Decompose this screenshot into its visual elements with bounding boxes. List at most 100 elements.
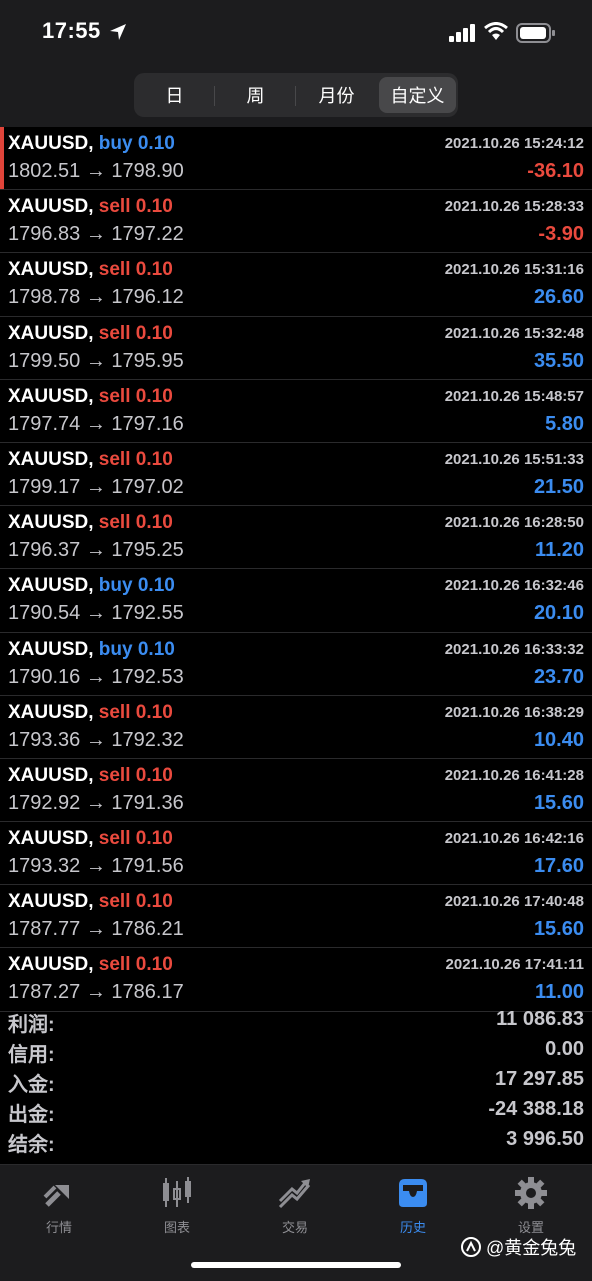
trade-volume: 0.10 <box>135 259 173 281</box>
battery-icon <box>516 23 555 43</box>
tab-settings-label: 设置 <box>517 1220 544 1235</box>
trade-row[interactable]: XAUUSD, buy 0.10 1802.51 → 1798.90 2021.10… <box>0 127 592 191</box>
symbol-name: XAUUSD, <box>8 196 94 218</box>
trade-time: 2021.10.26 16:28:50 <box>444 514 584 532</box>
trade-row[interactable]: XAUUSD, sell 0.10 1796.83 → 1797.22 2021.1… <box>0 190 592 254</box>
trade-row[interactable]: XAUUSD, sell 0.10 1793.32 → 1791.56 2021.1… <box>0 822 592 886</box>
tab-trade-label: 交易 <box>281 1220 308 1235</box>
symbol-name: XAUUSD, <box>8 638 94 660</box>
trade-side: sell <box>98 828 131 850</box>
trade-side: buy <box>98 575 133 597</box>
weibo-logo-icon <box>461 1237 481 1257</box>
trade-row[interactable]: XAUUSD, sell 0.10 1793.36 → 1792.32 2021.1… <box>0 696 592 759</box>
symbol-name: XAUUSD, <box>8 448 94 470</box>
trade-volume: 0.10 <box>135 701 173 723</box>
summary-value: 0.00 <box>545 1038 584 1060</box>
cellular-signal-icon <box>449 24 475 42</box>
trade-profit: 35.50 <box>533 349 584 372</box>
trade-side: sell <box>98 322 131 344</box>
tab-week[interactable]: 周 <box>214 77 294 113</box>
tab-history-label: 历史 <box>399 1220 426 1235</box>
tab-month[interactable]: 月份 <box>295 77 375 113</box>
trade-profit: 5.80 <box>545 412 584 435</box>
symbol-name: XAUUSD, <box>8 828 94 850</box>
trade-side: sell <box>98 701 131 723</box>
trade-time: 2021.10.26 16:38:29 <box>444 703 584 721</box>
trade-prices: 1799.50 → 1795.95 <box>8 349 184 372</box>
summary-label: 入金: <box>8 1074 55 1096</box>
symbol-name: XAUUSD, <box>8 322 94 344</box>
trade-prices: 1792.92 → 1791.36 <box>8 791 184 814</box>
trade-icon <box>278 1179 311 1209</box>
tab-trade[interactable]: 交易 <box>236 1175 354 1236</box>
tab-history[interactable]: 历史 <box>354 1175 472 1236</box>
trade-prices: 1790.16 → 1792.53 <box>8 665 184 688</box>
trade-side: sell <box>98 512 131 534</box>
tab-quotes-label: 行情 <box>45 1220 72 1235</box>
trade-symbol: XAUUSD, sell 0.10 <box>8 702 173 724</box>
symbol-name: XAUUSD, <box>8 259 94 281</box>
summary-row: 利润: 11 086.83 <box>0 1008 592 1038</box>
summary-label: 结余: <box>8 1134 55 1156</box>
trade-time: 2021.10.26 15:32:48 <box>444 324 584 342</box>
trade-symbol: XAUUSD, sell 0.10 <box>8 828 173 850</box>
trade-volume: 0.10 <box>137 575 175 597</box>
trade-time: 2021.10.26 16:33:32 <box>444 640 584 658</box>
tab-chart[interactable]: 图表 <box>118 1175 236 1236</box>
trade-row[interactable]: XAUUSD, sell 0.10 1799.17 → 1797.02 2021.1… <box>0 443 592 507</box>
trade-side: buy <box>98 133 133 154</box>
trade-symbol: XAUUSD, buy 0.10 <box>8 133 175 155</box>
trade-row[interactable]: XAUUSD, sell 0.10 1787.27 → 1786.17 2021.1… <box>0 948 592 1012</box>
symbol-name: XAUUSD, <box>8 764 94 786</box>
trade-side: sell <box>98 954 131 976</box>
trade-symbol: XAUUSD, sell 0.10 <box>8 386 173 408</box>
trade-symbol: XAUUSD, buy 0.10 <box>8 639 175 661</box>
watermark-text: @黄金兔兔 <box>486 1238 577 1258</box>
account-summary: 利润: 11 086.83 信用: 0.00 入金: 17 297.85 出金: -24 38… <box>0 1008 592 1158</box>
trade-symbol: XAUUSD, sell 0.10 <box>8 259 173 281</box>
home-indicator[interactable] <box>191 1262 401 1268</box>
trade-side: sell <box>98 891 131 913</box>
symbol-name: XAUUSD, <box>8 133 94 154</box>
trade-volume: 0.10 <box>137 133 175 154</box>
trade-row[interactable]: XAUUSD, sell 0.10 1792.92 → 1791.36 2021.1… <box>0 759 592 823</box>
trade-row[interactable]: XAUUSD, sell 0.10 1799.50 → 1795.95 2021.1… <box>0 317 592 380</box>
tab-custom[interactable]: 自定义 <box>379 77 456 113</box>
summary-label: 出金: <box>8 1104 55 1126</box>
trade-row[interactable]: XAUUSD, sell 0.10 1798.78 → 1796.12 2021.1… <box>0 253 592 317</box>
symbol-name: XAUUSD, <box>8 575 94 597</box>
trade-profit: 11.20 <box>535 539 584 562</box>
symbol-name: XAUUSD, <box>8 701 94 723</box>
trade-symbol: XAUUSD, sell 0.10 <box>8 512 173 534</box>
trade-volume: 0.10 <box>135 385 173 407</box>
summary-row: 出金: -24 388.18 <box>0 1098 592 1128</box>
trade-profit: 20.10 <box>533 602 584 625</box>
trade-profit: -3.90 <box>538 223 584 246</box>
trade-row[interactable]: XAUUSD, buy 0.10 1790.54 → 1792.55 2021.10… <box>0 569 592 633</box>
trade-history-list: XAUUSD, buy 0.10 1802.51 → 1798.90 2021.10… <box>0 127 592 1012</box>
trade-time: 2021.10.26 15:24:12 <box>444 135 584 152</box>
summary-value: 17 297.85 <box>495 1068 584 1090</box>
trade-profit: 26.60 <box>533 286 584 309</box>
trade-volume: 0.10 <box>135 954 173 976</box>
symbol-name: XAUUSD, <box>8 385 94 407</box>
tab-day[interactable]: 日 <box>136 77 213 113</box>
tab-settings[interactable]: 设置 <box>472 1175 590 1236</box>
trade-row[interactable]: XAUUSD, buy 0.10 1790.16 → 1792.53 2021.10… <box>0 633 592 696</box>
tab-quotes[interactable]: 行情 <box>0 1175 118 1236</box>
trade-profit: 21.50 <box>533 475 584 498</box>
trade-time: 2021.10.26 15:48:57 <box>444 387 584 405</box>
trade-profit: 15.60 <box>533 918 584 941</box>
trade-row[interactable]: XAUUSD, sell 0.10 1796.37 → 1795.25 2021.1… <box>0 506 592 570</box>
trade-row[interactable]: XAUUSD, sell 0.10 1797.74 → 1797.16 2021.1… <box>0 380 592 443</box>
trade-prices: 1802.51 → 1798.90 <box>8 160 184 182</box>
summary-row: 入金: 17 297.85 <box>0 1068 592 1098</box>
summary-value: -24 388.18 <box>488 1098 584 1120</box>
trade-time: 2021.10.26 16:42:16 <box>444 830 584 848</box>
quotes-icon <box>43 1185 69 1207</box>
trade-prices: 1796.37 → 1795.25 <box>8 539 184 562</box>
trade-time: 2021.10.26 15:51:33 <box>444 450 584 468</box>
summary-row: 结余: 3 996.50 <box>0 1128 592 1158</box>
trade-row[interactable]: XAUUSD, sell 0.10 1787.77 → 1786.21 2021.1… <box>0 885 592 949</box>
trade-prices: 1797.74 → 1797.16 <box>8 412 184 435</box>
